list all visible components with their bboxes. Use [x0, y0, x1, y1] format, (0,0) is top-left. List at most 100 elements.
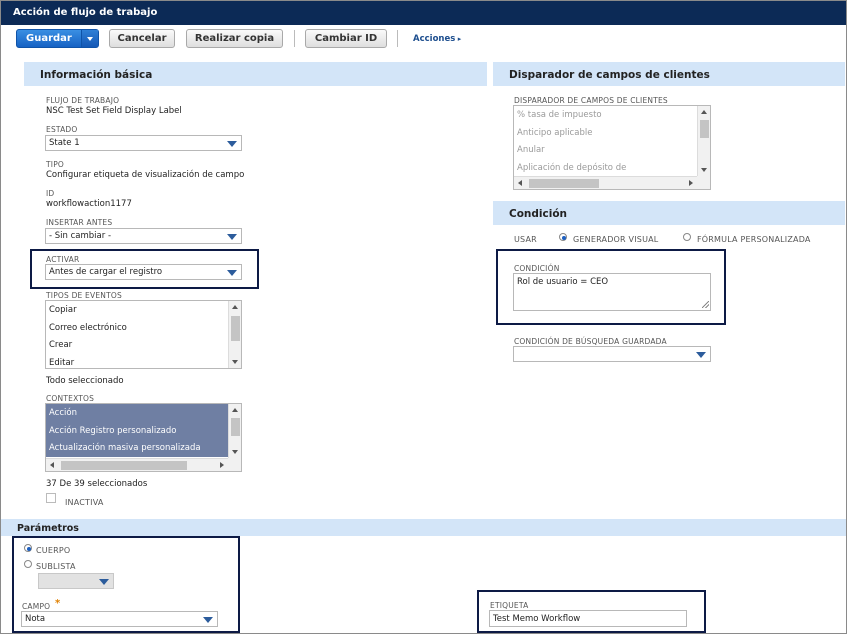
cancel-button[interactable]: Cancelar: [109, 29, 175, 48]
list-item[interactable]: Anticipo aplicable: [514, 124, 710, 142]
inactive-label: INACTIVA: [65, 498, 104, 507]
type-label: TIPO: [46, 160, 65, 169]
arrow-right-icon[interactable]: [689, 180, 693, 186]
insert-before-label: INSERTAR ANTES: [46, 218, 113, 227]
list-item[interactable]: Crear: [46, 336, 241, 354]
horizontal-scrollbar[interactable]: [514, 176, 697, 189]
condition-label: CONDICIÓN: [514, 264, 560, 273]
body-radio[interactable]: [24, 544, 32, 552]
arrow-down-icon[interactable]: [701, 168, 707, 172]
arrow-down-icon[interactable]: [232, 450, 238, 454]
custom-formula-label: FÓRMULA PERSONALIZADA: [697, 235, 811, 244]
contexts-status: 37 De 39 seleccionados: [46, 479, 148, 489]
list-item[interactable]: % tasa de impuesto: [514, 106, 710, 124]
chevron-down-icon: [696, 352, 706, 358]
sublist-label: SUBLISTA: [36, 562, 76, 571]
sublist-radio[interactable]: [24, 560, 32, 568]
type-value: Configurar etiqueta de visualización de …: [46, 170, 245, 180]
event-types-label: TIPOS DE EVENTOS: [46, 291, 122, 300]
save-dropdown-icon[interactable]: [81, 30, 98, 47]
arrow-down-icon[interactable]: [232, 360, 238, 364]
condition-header: Condición: [493, 201, 845, 225]
id-value: workflowaction1177: [46, 199, 132, 209]
toolbar-divider: [294, 30, 295, 47]
insert-before-value: - Sin cambiar -: [49, 231, 112, 241]
condition-value: Rol de usuario = CEO: [517, 277, 609, 287]
contexts-list[interactable]: Acción Acción Registro personalizado Act…: [45, 403, 242, 472]
arrow-up-icon[interactable]: [701, 110, 707, 114]
state-label: ESTADO: [46, 125, 78, 134]
client-trigger-list[interactable]: % tasa de impuesto Anticipo aplicable An…: [513, 105, 711, 190]
trigger-label: ACTIVAR: [46, 255, 80, 264]
list-item[interactable]: Aplicación de depósito de: [514, 159, 710, 177]
make-copy-button[interactable]: Realizar copia: [186, 29, 283, 48]
insert-before-select[interactable]: - Sin cambiar -: [45, 228, 242, 244]
client-trigger-header: Disparador de campos de clientes: [493, 62, 845, 86]
trigger-value: Antes de cargar el registro: [49, 267, 163, 277]
client-trigger-label: DISPARADOR DE CAMPOS DE CLIENTES: [514, 96, 668, 105]
scrollbar[interactable]: [228, 301, 241, 368]
list-item[interactable]: Actualización masiva personalizada: [46, 439, 241, 457]
save-button[interactable]: Guardar: [16, 29, 99, 48]
state-select[interactable]: State 1: [45, 135, 242, 151]
chevron-down-icon: [227, 141, 237, 147]
scroll-thumb[interactable]: [529, 179, 599, 188]
basic-info-header: Información básica: [24, 62, 487, 86]
id-label: ID: [46, 189, 55, 198]
chevron-down-icon: [203, 617, 213, 623]
scroll-thumb[interactable]: [61, 461, 187, 470]
scroll-thumb[interactable]: [231, 316, 240, 341]
use-label: USAR: [514, 235, 537, 244]
arrow-right-icon[interactable]: [220, 462, 224, 468]
field-value: Nota: [25, 614, 46, 624]
arrow-up-icon[interactable]: [232, 408, 238, 412]
scroll-corner: [228, 458, 241, 471]
sublist-select[interactable]: [38, 573, 114, 589]
saved-search-select[interactable]: [513, 346, 711, 362]
chevron-down-icon: [227, 234, 237, 240]
field-label: CAMPO: [22, 602, 51, 611]
tag-value: Test Memo Workflow: [493, 614, 581, 624]
save-label: Guardar: [26, 33, 72, 44]
trigger-select[interactable]: Antes de cargar el registro: [45, 264, 242, 280]
scrollbar[interactable]: [228, 404, 241, 458]
tag-label: ETIQUETA: [490, 601, 529, 610]
list-item[interactable]: Anular: [514, 141, 710, 159]
window-title: Acción de flujo de trabajo: [1, 1, 846, 25]
change-id-button[interactable]: Cambiar ID: [305, 29, 387, 48]
body-label: CUERPO: [36, 546, 71, 555]
toolbar-divider: [397, 30, 398, 47]
custom-formula-radio[interactable]: [683, 233, 691, 241]
scroll-thumb[interactable]: [700, 120, 709, 138]
event-types-status: Todo seleccionado: [46, 376, 124, 386]
actions-menu[interactable]: Acciones: [413, 34, 461, 44]
scroll-thumb[interactable]: [231, 418, 240, 436]
visual-builder-radio[interactable]: [559, 233, 567, 241]
field-select[interactable]: Nota: [21, 611, 218, 627]
condition-textarea[interactable]: Rol de usuario = CEO: [513, 273, 711, 311]
list-item[interactable]: Acción Registro personalizado: [46, 421, 241, 439]
chevron-down-icon: [227, 270, 237, 276]
arrow-up-icon[interactable]: [232, 305, 238, 309]
scrollbar[interactable]: [697, 106, 710, 176]
arrow-left-icon[interactable]: [50, 462, 54, 468]
workflow-value: NSC Test Set Field Display Label: [46, 106, 182, 116]
list-item[interactable]: Correo electrónico: [46, 319, 241, 337]
horizontal-scrollbar[interactable]: [46, 458, 228, 471]
state-value: State 1: [49, 138, 80, 148]
tag-input[interactable]: Test Memo Workflow: [489, 610, 687, 627]
chevron-down-icon: [99, 579, 109, 585]
contexts-label: CONTEXTOS: [46, 394, 95, 403]
visual-builder-label: GENERADOR VISUAL: [573, 235, 659, 244]
parameters-header: Parámetros: [1, 519, 846, 536]
list-item[interactable]: Copiar: [46, 301, 241, 319]
workflow-label: FLUJO DE TRABAJO: [46, 96, 120, 105]
event-types-list[interactable]: Copiar Correo electrónico Crear Editar: [45, 300, 242, 369]
saved-search-label: CONDICIÓN DE BÚSQUEDA GUARDADA: [514, 337, 667, 346]
list-item[interactable]: Editar: [46, 354, 241, 369]
arrow-left-icon[interactable]: [518, 180, 522, 186]
list-item[interactable]: Acción: [46, 404, 241, 422]
required-mark: *: [55, 598, 61, 609]
inactive-checkbox[interactable]: [46, 493, 56, 503]
resize-handle-icon[interactable]: [702, 301, 709, 308]
